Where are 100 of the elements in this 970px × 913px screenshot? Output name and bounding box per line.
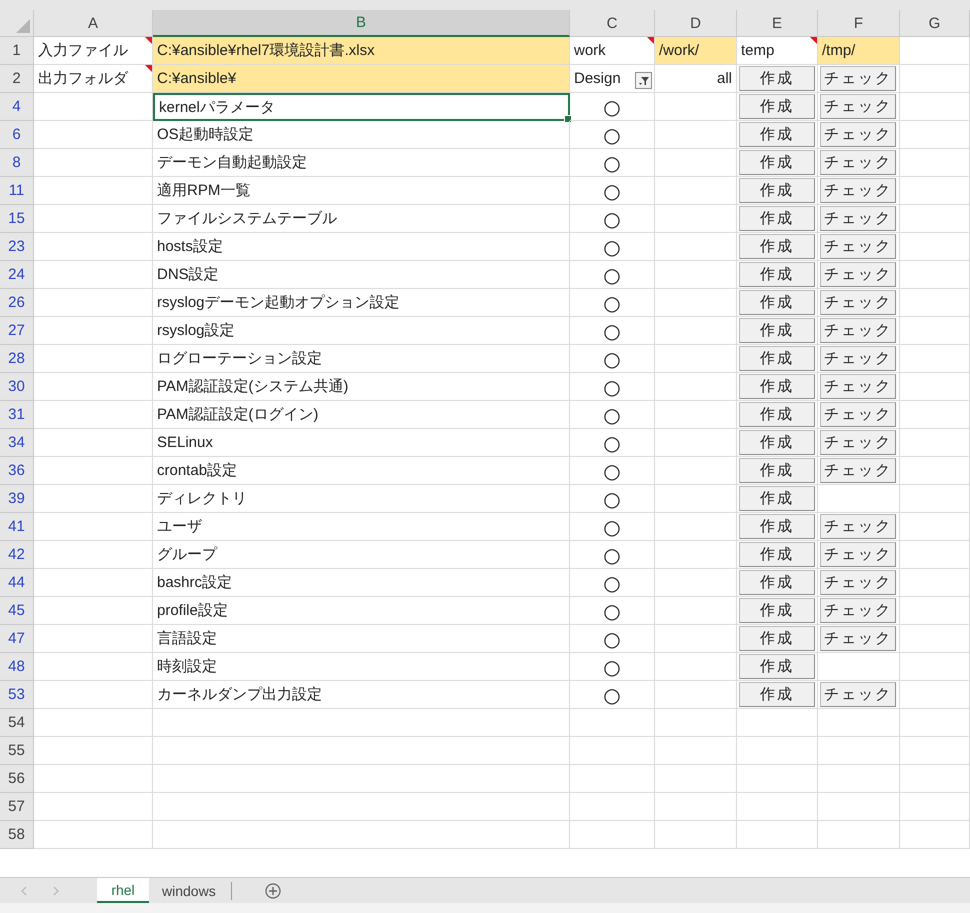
table-cell[interactable]: bashrc設定	[153, 569, 570, 597]
create-button[interactable]: 作成	[739, 626, 815, 651]
table-cell[interactable]: ユーザ	[153, 513, 570, 541]
create-button[interactable]: 作成	[739, 290, 815, 315]
row-header[interactable]: 24	[0, 261, 34, 289]
row-header[interactable]: 45	[0, 597, 34, 625]
create-button[interactable]: 作成	[739, 66, 815, 91]
table-cell[interactable]: kernelパラメータ	[153, 93, 570, 121]
check-button[interactable]: チェック	[820, 514, 896, 539]
row-header[interactable]: 42	[0, 541, 34, 569]
create-button[interactable]: 作成	[739, 570, 815, 595]
check-button[interactable]: チェック	[820, 178, 896, 203]
create-button[interactable]: 作成	[739, 318, 815, 343]
sheet-tab[interactable]: rhel	[97, 878, 149, 903]
row-header[interactable]: 26	[0, 289, 34, 317]
create-button[interactable]: 作成	[739, 178, 815, 203]
create-button[interactable]: 作成	[739, 598, 815, 623]
check-button[interactable]: チェック	[820, 374, 896, 399]
row-header[interactable]: 15	[0, 205, 34, 233]
table-cell[interactable]: デーモン自動起動設定	[153, 149, 570, 177]
create-button[interactable]: 作成	[739, 430, 815, 455]
row-header[interactable]: 39	[0, 485, 34, 513]
row-header[interactable]: 6	[0, 121, 34, 149]
check-button[interactable]: チェック	[820, 430, 896, 455]
table-cell[interactable]: 時刻設定	[153, 653, 570, 681]
check-button[interactable]: チェック	[820, 626, 896, 651]
column-header[interactable]: C	[570, 10, 655, 37]
check-button[interactable]: チェック	[820, 66, 896, 91]
table-cell[interactable]: crontab設定	[153, 457, 570, 485]
table-cell[interactable]: カーネルダンプ出力設定	[153, 681, 570, 709]
create-button[interactable]: 作成	[739, 402, 815, 427]
row-header[interactable]: 56	[0, 765, 34, 793]
table-cell[interactable]: ファイルシステムテーブル	[153, 205, 570, 233]
table-cell[interactable]: PAM認証設定(システム共通)	[153, 373, 570, 401]
row-header[interactable]: 30	[0, 373, 34, 401]
check-button[interactable]: チェック	[820, 346, 896, 371]
row-header[interactable]: 31	[0, 401, 34, 429]
row-header[interactable]: 28	[0, 345, 34, 373]
check-button[interactable]: チェック	[820, 458, 896, 483]
check-button[interactable]: チェック	[820, 122, 896, 147]
table-cell[interactable]: DNS設定	[153, 261, 570, 289]
filter-icon[interactable]	[635, 72, 652, 89]
row-header[interactable]: 58	[0, 821, 34, 849]
create-button[interactable]: 作成	[739, 374, 815, 399]
create-button[interactable]: 作成	[739, 234, 815, 259]
create-button[interactable]: 作成	[739, 150, 815, 175]
sheet-tab[interactable]: windows	[149, 878, 229, 903]
fill-handle[interactable]	[564, 115, 572, 123]
column-header[interactable]: F	[818, 10, 900, 37]
row-header[interactable]: 27	[0, 317, 34, 345]
table-cell[interactable]: rsyslogデーモン起動オプション設定	[153, 289, 570, 317]
create-button[interactable]: 作成	[739, 486, 815, 511]
create-button[interactable]: 作成	[739, 514, 815, 539]
column-header[interactable]: E	[737, 10, 818, 37]
table-cell[interactable]: グループ	[153, 541, 570, 569]
create-button[interactable]: 作成	[739, 262, 815, 287]
check-button[interactable]: チェック	[820, 682, 896, 707]
check-button[interactable]: チェック	[820, 570, 896, 595]
create-button[interactable]: 作成	[739, 458, 815, 483]
row-header[interactable]: 41	[0, 513, 34, 541]
create-button[interactable]: 作成	[739, 654, 815, 679]
table-cell[interactable]: ディレクトリ	[153, 485, 570, 513]
create-button[interactable]: 作成	[739, 682, 815, 707]
check-button[interactable]: チェック	[820, 402, 896, 427]
table-cell[interactable]: rsyslog設定	[153, 317, 570, 345]
row-header[interactable]: 23	[0, 233, 34, 261]
add-sheet-icon[interactable]	[264, 882, 281, 898]
check-button[interactable]: チェック	[820, 234, 896, 259]
row-header[interactable]: 48	[0, 653, 34, 681]
create-button[interactable]: 作成	[739, 346, 815, 371]
row-header[interactable]: 36	[0, 457, 34, 485]
check-button[interactable]: チェック	[820, 150, 896, 175]
create-button[interactable]: 作成	[739, 94, 815, 119]
check-button[interactable]: チェック	[820, 206, 896, 231]
row-header[interactable]: 4	[0, 93, 34, 121]
row-header[interactable]: 55	[0, 737, 34, 765]
table-cell[interactable]: profile設定	[153, 597, 570, 625]
table-cell[interactable]: PAM認証設定(ログイン)	[153, 401, 570, 429]
row-header[interactable]: 8	[0, 149, 34, 177]
table-cell[interactable]: ログローテーション設定	[153, 345, 570, 373]
row-header[interactable]: 54	[0, 709, 34, 737]
check-button[interactable]: チェック	[820, 94, 896, 119]
check-button[interactable]: チェック	[820, 318, 896, 343]
check-button[interactable]: チェック	[820, 598, 896, 623]
table-cell[interactable]: SELinux	[153, 429, 570, 457]
row-header[interactable]: 2	[0, 65, 34, 93]
row-header[interactable]: 53	[0, 681, 34, 709]
column-header[interactable]: B	[153, 10, 570, 37]
column-header[interactable]: A	[34, 10, 153, 37]
check-button[interactable]: チェック	[820, 262, 896, 287]
create-button[interactable]: 作成	[739, 206, 815, 231]
row-header[interactable]: 47	[0, 625, 34, 653]
table-cell[interactable]: 言語設定	[153, 625, 570, 653]
row-header[interactable]: 34	[0, 429, 34, 457]
row-header[interactable]: 44	[0, 569, 34, 597]
table-cell[interactable]: hosts設定	[153, 233, 570, 261]
column-header[interactable]: D	[655, 10, 737, 37]
row-header[interactable]: 57	[0, 793, 34, 821]
check-button[interactable]: チェック	[820, 542, 896, 567]
check-button[interactable]: チェック	[820, 290, 896, 315]
